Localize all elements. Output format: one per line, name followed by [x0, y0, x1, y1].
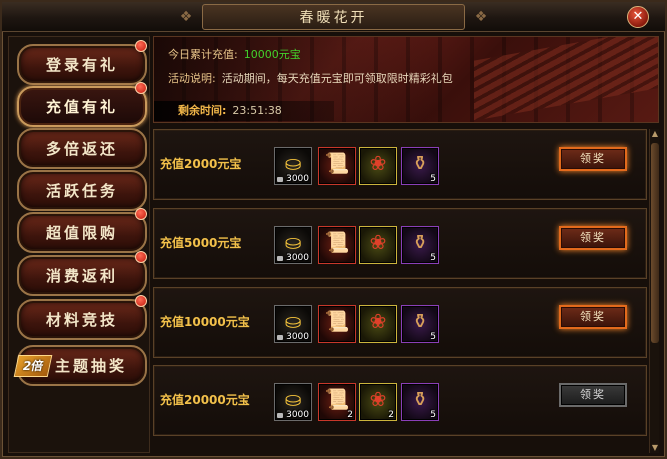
event-description: 活动说明: 活动期间，每天充值元宝即可领取限时精彩礼包: [168, 70, 453, 86]
notify-dot: [135, 208, 147, 220]
sidebar-item-spend-rebate[interactable]: 消费返利: [17, 255, 147, 296]
scrollbar[interactable]: ▲ ▼: [649, 129, 659, 453]
reward-item[interactable]: ⛀ 3000: [274, 226, 312, 264]
reward-item[interactable]: ⛀ 3000: [274, 147, 312, 185]
event-description-label: 活动说明:: [168, 72, 216, 85]
reward-tier-label: 充值10000元宝: [160, 315, 250, 329]
notify-dot: [135, 295, 147, 307]
gold-ingot-icon: ⛀: [284, 151, 302, 175]
reward-item[interactable]: ❀: [359, 305, 397, 343]
double-badge: 2倍: [13, 355, 53, 377]
title-bar: ❖ 春暖花开 ❖ ✕: [2, 2, 665, 32]
reward-row: 充值2000元宝 ⛀ 3000 📜 ❀ ⚱ 5 领奖: [153, 129, 647, 200]
reward-item[interactable]: 📜: [318, 305, 356, 343]
red-pouch-icon: ❀: [369, 387, 387, 411]
reward-item[interactable]: ⛀ 3000: [274, 305, 312, 343]
activity-window: ❖ 春暖花开 ❖ ✕ 登录有礼 充值有礼 多倍返还 活跃任务 超值限购 消费返利…: [0, 0, 667, 459]
reward-row: 充值10000元宝 ⛀ 3000 📜 ❀ ⚱ 5 领奖: [153, 287, 647, 358]
reward-row: 充值20000元宝 ⛀ 3000 📜 2 ❀ 2 ⚱ 5 领奖: [153, 365, 647, 436]
gold-ingot-icon: ⛀: [284, 387, 302, 411]
gold-ingot-icon: ⛀: [284, 309, 302, 333]
sidebar-item-multi-return[interactable]: 多倍返还: [17, 128, 147, 169]
scroll-icon: 📜: [324, 230, 350, 254]
reward-item[interactable]: ❀ 2: [359, 383, 397, 421]
purple-bag-icon: ⚱: [411, 387, 429, 411]
scroll-down-icon[interactable]: ▼: [650, 443, 660, 453]
notify-dot: [135, 82, 147, 94]
countdown: 剩余时间: 23:51:38: [154, 101, 334, 121]
close-button[interactable]: ✕: [627, 6, 649, 28]
reward-list: 充值2000元宝 ⛀ 3000 📜 ❀ ⚱ 5 领奖 充值5000元宝 ⛀ 3000 …: [153, 129, 647, 453]
sidebar-item-login-gift[interactable]: 登录有礼: [17, 44, 147, 85]
reward-item[interactable]: ⛀ 3000: [274, 383, 312, 421]
sidebar-item-label: 消费返利: [45, 267, 118, 285]
total-recharge: 今日累计充值: 10000元宝: [168, 46, 301, 62]
right-ornament-icon: ❖: [474, 9, 488, 25]
countdown-value: 23:51:38: [232, 104, 282, 117]
scroll-icon: 📜: [324, 387, 350, 411]
reward-tier-label: 充值5000元宝: [160, 236, 242, 250]
sidebar-item-label: 活跃任务: [45, 182, 118, 200]
event-description-text: 活动期间，每天充值元宝即可领取限时精彩礼包: [221, 72, 453, 85]
sidebar-item-active-tasks[interactable]: 活跃任务: [17, 170, 147, 211]
sidebar-item-limited-buy[interactable]: 超值限购: [17, 212, 147, 253]
window-title: 春暖花开: [202, 4, 465, 30]
total-recharge-value: 10000元宝: [243, 48, 301, 61]
reward-item[interactable]: ⚱ 5: [401, 383, 439, 421]
notify-dot: [135, 251, 147, 263]
sidebar-item-label: 充值有礼: [45, 98, 118, 116]
sidebar: 登录有礼 充值有礼 多倍返还 活跃任务 超值限购 消费返利 材料竞技 主题抽奖: [8, 36, 150, 453]
claim-button[interactable]: 领奖: [559, 226, 627, 250]
scroll-icon: 📜: [324, 151, 350, 175]
claim-button[interactable]: 领奖: [559, 147, 627, 171]
purple-bag-icon: ⚱: [411, 230, 429, 254]
sidebar-item-material-contest[interactable]: 材料竞技: [17, 299, 147, 340]
scroll-icon: 📜: [324, 309, 350, 333]
reward-item[interactable]: ⚱ 5: [401, 226, 439, 264]
reward-item[interactable]: 📜: [318, 226, 356, 264]
sidebar-item-label: 主题抽奖: [54, 357, 127, 375]
main-panel: 今日累计充值: 10000元宝 活动说明: 活动期间，每天充值元宝即可领取限时精彩礼…: [153, 36, 659, 453]
purple-bag-icon: ⚱: [411, 151, 429, 175]
claim-button[interactable]: 领奖: [559, 383, 627, 407]
left-ornament-icon: ❖: [179, 9, 193, 25]
total-recharge-label: 今日累计充值:: [168, 48, 238, 61]
notify-dot: [135, 40, 147, 52]
reward-tier-label: 充值20000元宝: [160, 393, 250, 407]
red-pouch-icon: ❀: [369, 151, 387, 175]
event-banner: 今日累计充值: 10000元宝 活动说明: 活动期间，每天充值元宝即可领取限时精彩礼…: [153, 36, 659, 123]
claim-button[interactable]: 领奖: [559, 305, 627, 329]
reward-item[interactable]: ❀: [359, 226, 397, 264]
purple-bag-icon: ⚱: [411, 309, 429, 333]
sidebar-item-label: 登录有礼: [45, 56, 118, 74]
reward-item[interactable]: ⚱ 5: [401, 305, 439, 343]
scroll-thumb[interactable]: [651, 143, 659, 343]
reward-item[interactable]: 📜 2: [318, 383, 356, 421]
reward-item[interactable]: ❀: [359, 147, 397, 185]
countdown-label: 剩余时间:: [178, 104, 227, 117]
red-pouch-icon: ❀: [369, 309, 387, 333]
sidebar-item-recharge-gift[interactable]: 充值有礼: [17, 86, 147, 127]
red-pouch-icon: ❀: [369, 230, 387, 254]
reward-item[interactable]: ⚱ 5: [401, 147, 439, 185]
gold-ingot-icon: ⛀: [284, 230, 302, 254]
reward-item[interactable]: 📜: [318, 147, 356, 185]
close-icon: ✕: [632, 9, 644, 24]
sidebar-item-label: 多倍返还: [45, 140, 118, 158]
sidebar-item-label: 材料竞技: [45, 311, 118, 329]
scroll-up-icon[interactable]: ▲: [650, 129, 660, 139]
sidebar-item-label: 超值限购: [45, 224, 118, 242]
pavilion-roof-art: [474, 37, 658, 121]
reward-tier-label: 充值2000元宝: [160, 157, 242, 171]
reward-row: 充值5000元宝 ⛀ 3000 📜 ❀ ⚱ 5 领奖: [153, 208, 647, 279]
